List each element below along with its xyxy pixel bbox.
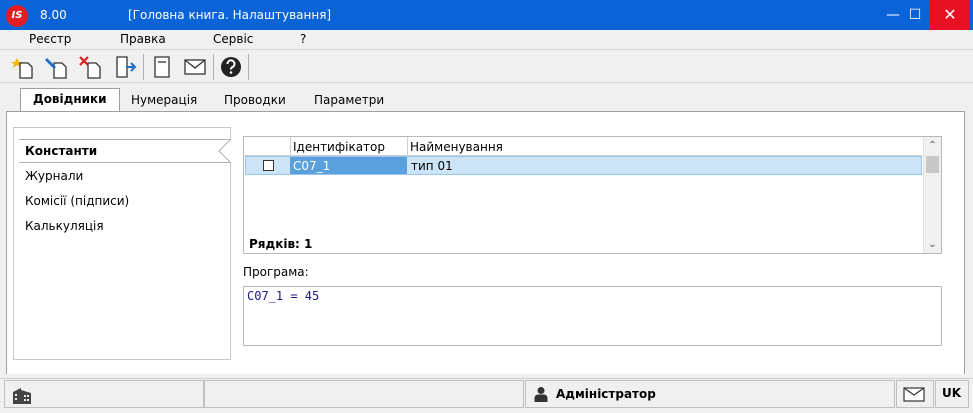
delete-document-icon[interactable] (78, 54, 104, 80)
building-icon (13, 388, 31, 404)
active-item-pointer (218, 139, 232, 163)
sidebar-item-constants[interactable]: Константи (25, 144, 97, 158)
new-document-icon[interactable] (10, 54, 36, 80)
program-editor[interactable]: C07_1 = 45 (243, 286, 942, 346)
sidebar-item-commissions[interactable]: Комісії (підписи) (25, 194, 129, 208)
menu-registry[interactable]: Реєстр (29, 32, 71, 46)
cell-identifier: C07_1 (290, 157, 407, 174)
title-bar: IS 8.00 [Головна книга. Налаштування] — … (0, 0, 973, 30)
language-indicator[interactable]: UK (942, 386, 961, 400)
status-user: Адміністратор (556, 387, 656, 401)
maximize-button[interactable]: ☐ (900, 0, 930, 30)
toolbar (0, 49, 973, 83)
menu-edit[interactable]: Правка (120, 32, 166, 46)
app-version: 8.00 (40, 8, 67, 22)
close-icon: ✕ (943, 5, 957, 24)
tab-bar: Довідники Нумерація Проводки Параметри (0, 84, 973, 113)
window-title: [Головна книга. Налаштування] (128, 8, 332, 22)
status-segment (4, 380, 204, 408)
cell-name: тип 01 (411, 159, 453, 173)
column-separator (407, 137, 408, 156)
menu-service[interactable]: Сервіс (213, 32, 253, 46)
status-mail-segment[interactable] (896, 380, 934, 408)
toolbar-separator (143, 54, 144, 80)
sidebar-item-journals[interactable]: Журнали (25, 169, 83, 183)
program-text: C07_1 = 45 (247, 289, 320, 303)
column-header-identifier[interactable]: Ідентифікатор (293, 140, 385, 154)
menu-bar: Реєстр Правка Сервіс ? (0, 30, 973, 48)
tab-directories[interactable]: Довідники (20, 88, 120, 113)
table-scrollbar[interactable]: ⌃ ⌄ (923, 137, 941, 253)
tab-numbering[interactable]: Нумерація (119, 90, 209, 112)
table-header: Ідентифікатор Найменування (244, 137, 922, 156)
exit-icon[interactable] (112, 54, 138, 80)
program-label: Програма: (243, 265, 309, 279)
row-count: Рядків: 1 (249, 237, 313, 251)
scroll-down-icon[interactable]: ⌄ (924, 236, 941, 253)
tab-entries[interactable]: Проводки (212, 90, 298, 112)
app-logo-icon: IS (6, 5, 28, 27)
row-checkbox[interactable] (263, 160, 274, 171)
sidebar-item-calculation[interactable]: Калькуляція (25, 219, 104, 233)
scroll-up-icon[interactable]: ⌃ (924, 137, 941, 154)
status-bar: Адміністратор UK (0, 378, 973, 408)
toolbar-separator (213, 54, 214, 80)
user-icon (534, 387, 548, 402)
menu-help[interactable]: ? (300, 32, 306, 46)
edit-document-icon[interactable] (44, 54, 70, 80)
status-segment (204, 380, 524, 408)
mail-icon[interactable] (182, 54, 208, 80)
constants-table: Ідентифікатор Найменування C07_1 тип 01 … (243, 136, 942, 254)
help-icon[interactable] (218, 54, 244, 80)
column-separator (290, 137, 291, 156)
table-row[interactable]: C07_1 тип 01 (245, 156, 922, 175)
journal-icon[interactable] (149, 54, 175, 80)
column-header-name[interactable]: Найменування (410, 140, 503, 154)
scroll-thumb[interactable] (926, 156, 939, 173)
close-button[interactable]: ✕ (930, 0, 970, 30)
mail-icon[interactable] (903, 387, 925, 402)
toolbar-separator (248, 54, 249, 80)
tab-parameters[interactable]: Параметри (302, 90, 396, 112)
